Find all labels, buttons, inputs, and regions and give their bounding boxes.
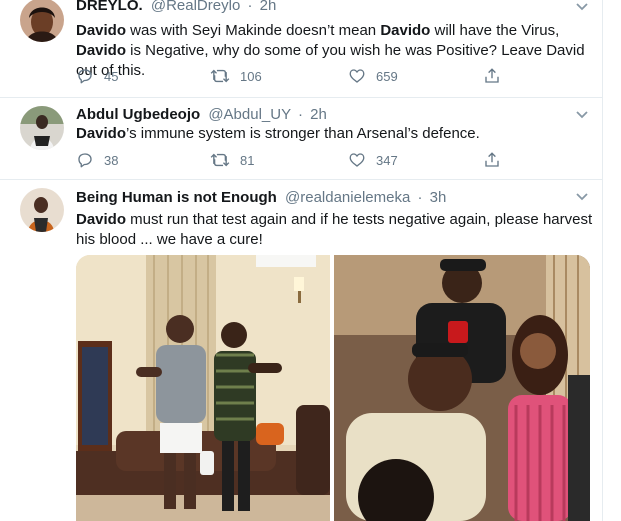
like-count: 347 <box>376 152 398 168</box>
timestamp[interactable]: 3h <box>430 189 447 206</box>
tweet-header: Being Human is not Enough @realdanieleme… <box>76 189 563 207</box>
mention-highlight: Davido <box>76 211 127 228</box>
display-name[interactable]: DREYLO. <box>76 0 143 14</box>
tweet-actions: 38 81 347 <box>76 150 506 170</box>
display-name[interactable]: Being Human is not Enough <box>76 189 277 206</box>
timestamp[interactable]: 2h <box>260 0 277 14</box>
chevron-down-icon[interactable] <box>575 110 589 120</box>
reply-icon <box>78 69 92 84</box>
text-run: was with Seyi Makinde doesn’t mean <box>126 22 381 39</box>
share-button[interactable] <box>483 66 511 86</box>
retweet-icon <box>210 69 230 83</box>
like-icon <box>349 69 365 83</box>
like-button[interactable]: 659 <box>348 66 398 86</box>
tweet-photos <box>76 255 590 521</box>
reply-button[interactable]: 45 <box>76 66 118 86</box>
text-run: must run that test again and if he tests… <box>76 211 593 248</box>
user-handle[interactable]: @realdanielemeka <box>285 189 410 206</box>
avatar[interactable] <box>20 106 64 150</box>
separator-dot: · <box>247 0 253 14</box>
avatar[interactable] <box>20 0 64 42</box>
retweet-count: 81 <box>240 152 255 168</box>
retweet-button[interactable]: 106 <box>210 66 262 86</box>
reply-count: 45 <box>104 68 119 84</box>
share-icon <box>485 152 499 167</box>
mention-highlight: Davido <box>76 22 127 39</box>
tweet-actions: 45 106 659 <box>76 66 506 86</box>
tweet-media[interactable] <box>76 255 590 521</box>
like-count: 659 <box>376 68 398 84</box>
reply-icon <box>78 153 92 168</box>
tweet-header: DREYLO. @RealDreylo · 2h <box>76 0 563 15</box>
user-handle[interactable]: @Abdul_UY <box>208 106 291 123</box>
tweet-header: Abdul Ugbedeojo @Abdul_UY · 2h <box>76 106 563 124</box>
retweet-icon <box>210 153 230 167</box>
text-run: will have the Virus, <box>430 22 560 39</box>
retweet-button[interactable]: 81 <box>210 150 254 170</box>
chevron-down-icon[interactable] <box>575 192 589 202</box>
avatar[interactable] <box>20 188 64 232</box>
user-handle[interactable]: @RealDreylo <box>151 0 240 14</box>
share-icon <box>485 68 499 83</box>
tweet-text: Davido must run that test again and if h… <box>76 210 594 250</box>
reply-button[interactable]: 38 <box>76 150 118 170</box>
timeline: DREYLO. @RealDreylo · 2h Davido was with… <box>0 0 603 521</box>
mention-highlight: Davido <box>76 42 127 59</box>
separator-dot: · <box>298 106 303 123</box>
reply-count: 38 <box>104 152 119 168</box>
photo-right[interactable] <box>334 255 590 521</box>
mention-highlight: Davido <box>380 22 431 39</box>
display-name[interactable]: Abdul Ugbedeojo <box>76 106 200 123</box>
like-icon <box>349 153 365 167</box>
like-button[interactable]: 347 <box>348 150 398 170</box>
tweet[interactable]: Abdul Ugbedeojo @Abdul_UY · 2h Davido’s … <box>0 98 602 180</box>
retweet-count: 106 <box>240 68 262 84</box>
mention-highlight: Davido <box>76 125 127 142</box>
chevron-down-icon[interactable] <box>575 2 589 12</box>
photo-left[interactable] <box>76 255 330 521</box>
separator-dot: · <box>417 189 423 206</box>
tweet-text: Davido’s immune system is stronger than … <box>76 124 594 144</box>
timestamp[interactable]: 2h <box>310 106 327 123</box>
text-run: ’s immune system is stronger than Arsena… <box>126 125 480 142</box>
tweet[interactable]: DREYLO. @RealDreylo · 2h Davido was with… <box>0 0 602 98</box>
share-button[interactable] <box>483 150 511 170</box>
